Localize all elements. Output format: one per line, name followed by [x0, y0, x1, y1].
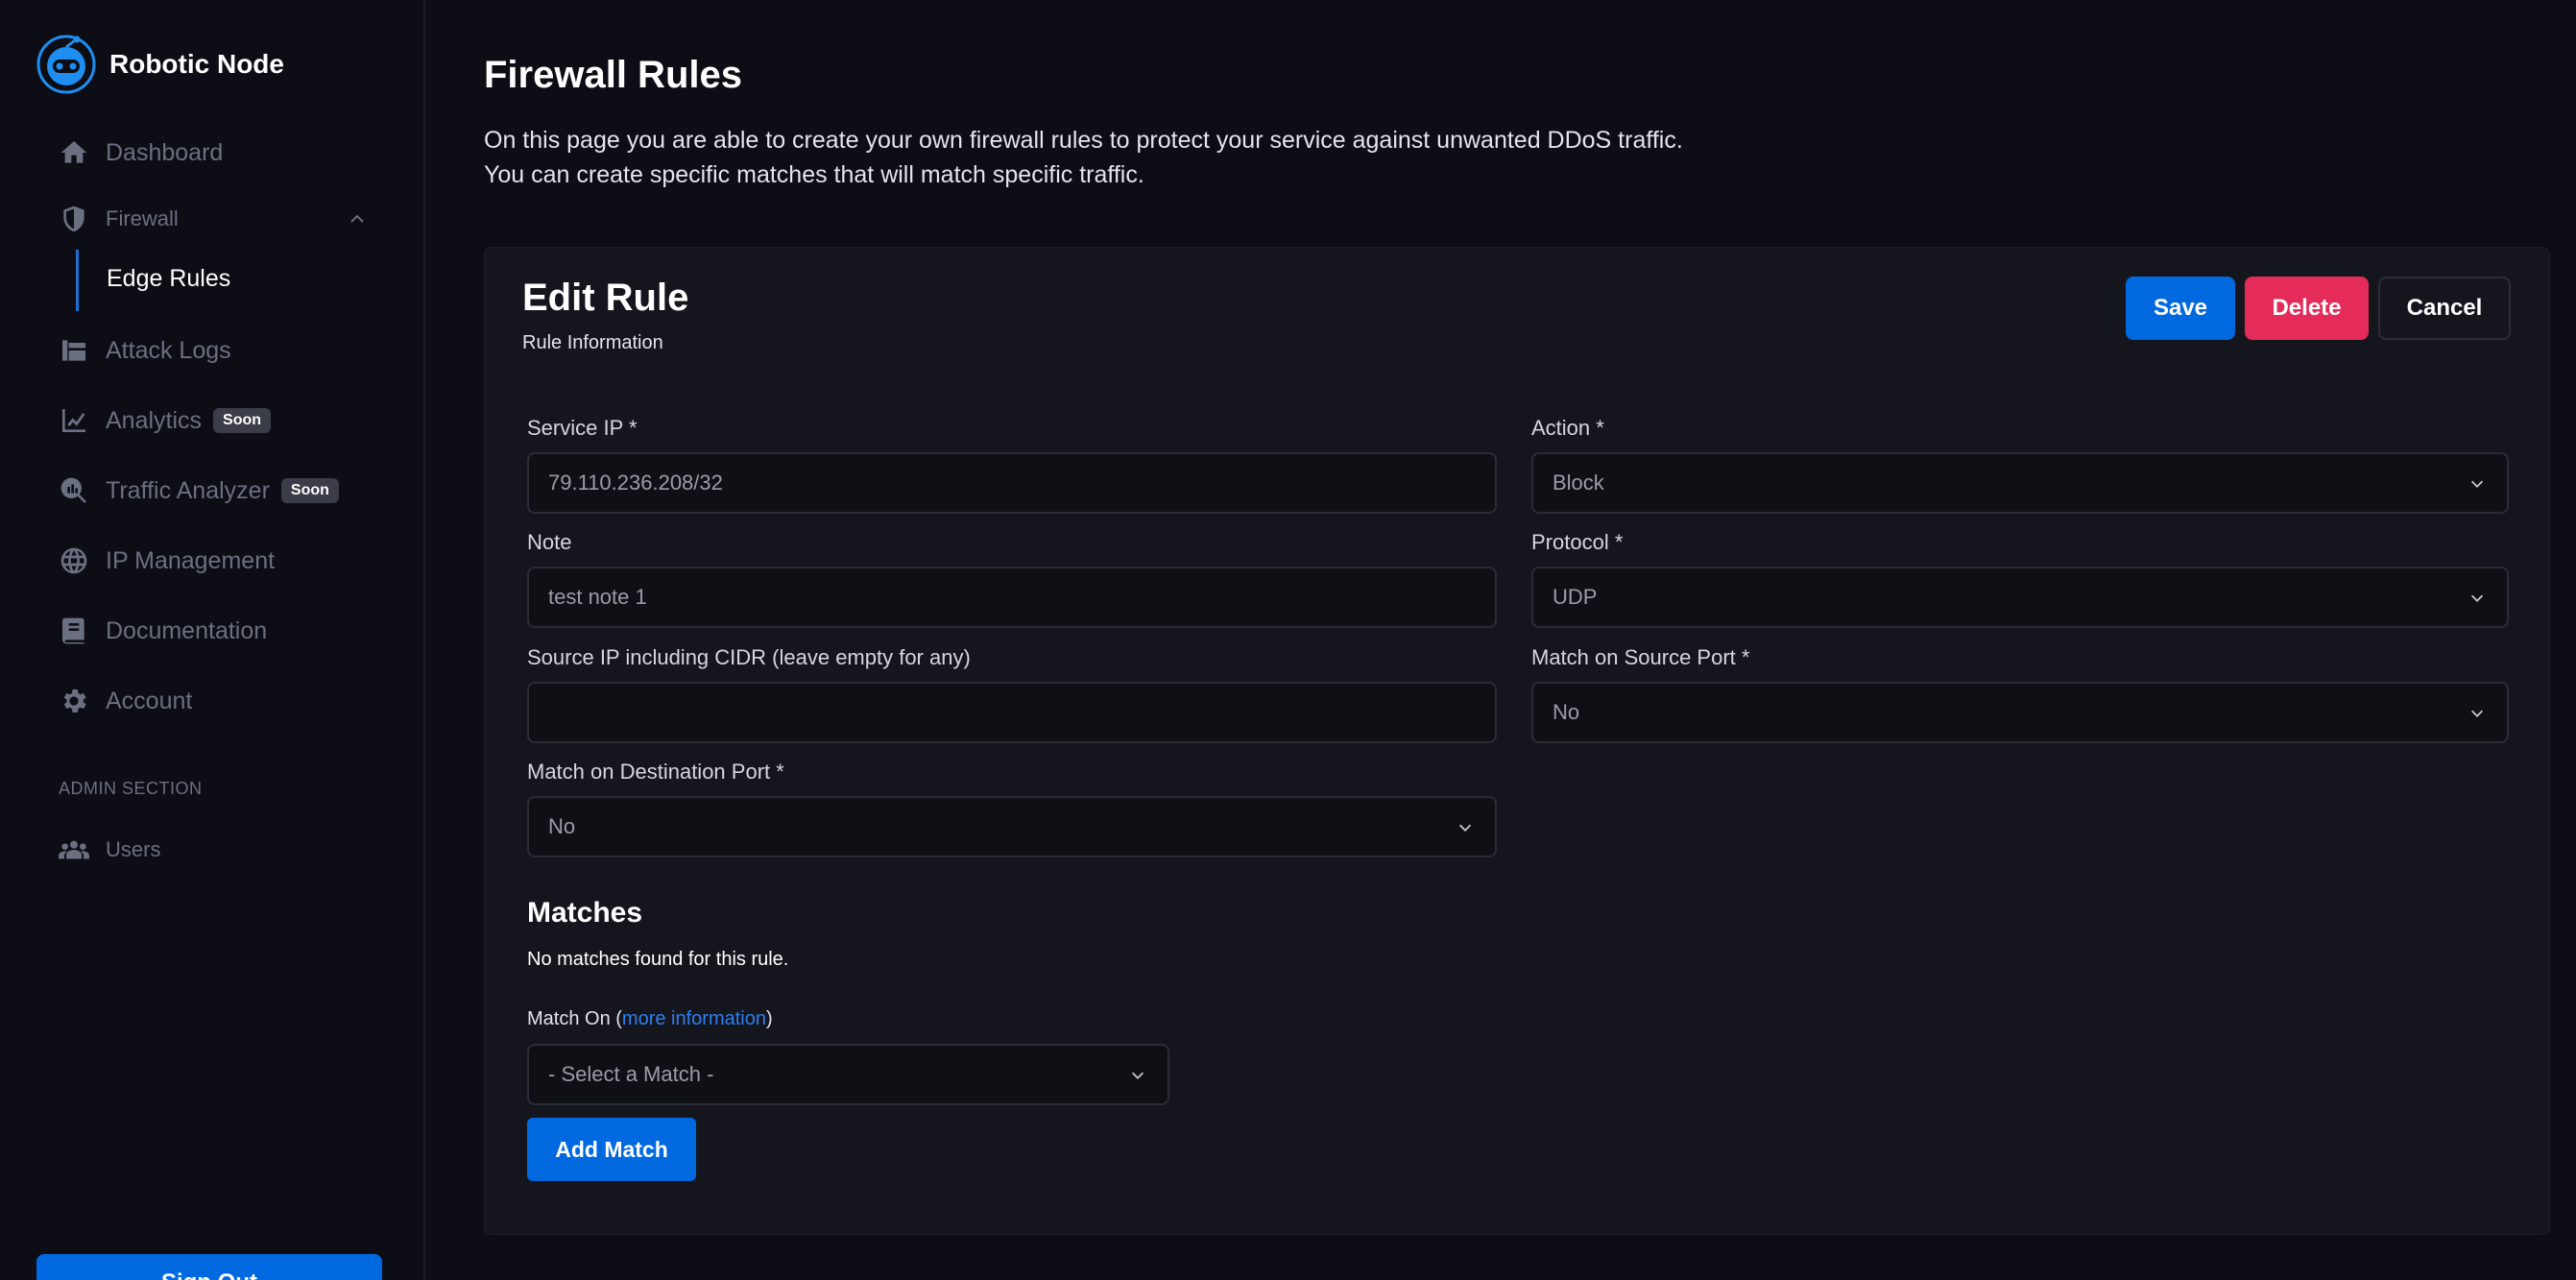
sidebar-item-edge-rules[interactable]: Edge Rules: [107, 265, 230, 293]
sidebar-item-attack-logs[interactable]: Attack Logs: [58, 334, 231, 367]
sidebar-item-label: Documentation: [106, 616, 268, 644]
card-subtitle: Rule Information: [522, 332, 663, 353]
chevron-down-icon: [2470, 480, 2484, 488]
match-source-port-value: No: [1553, 700, 1580, 724]
chart-line-icon: [58, 404, 90, 437]
add-match-button[interactable]: Add Match: [527, 1118, 696, 1181]
page-description: On this page you are able to create your…: [484, 123, 1683, 192]
sidebar-item-documentation[interactable]: Documentation: [58, 615, 267, 647]
match-source-port-select[interactable]: No: [1531, 682, 2509, 743]
sidebar-item-dashboard[interactable]: Dashboard: [58, 136, 223, 169]
page-title: Firewall Rules: [484, 54, 742, 96]
delete-button[interactable]: Delete: [2245, 277, 2369, 340]
match-on-suffix: ): [765, 1008, 773, 1029]
cancel-button[interactable]: Cancel: [2378, 277, 2511, 340]
action-value: Block: [1553, 471, 1604, 495]
gear-icon: [58, 685, 90, 717]
chevron-down-icon: [1458, 824, 1472, 832]
protocol-select[interactable]: UDP: [1531, 567, 2509, 628]
sidebar-item-label: Users: [106, 837, 161, 861]
more-information-link[interactable]: more information: [622, 1008, 766, 1029]
sidebar: Robotic Node Dashboard Firewall Edge Rul…: [0, 0, 425, 1280]
action-label: Action *: [1531, 416, 1604, 440]
sidebar-item-label: Firewall: [106, 206, 179, 230]
protocol-value: UDP: [1553, 585, 1598, 609]
match-select[interactable]: - Select a Match -: [527, 1044, 1169, 1105]
service-ip-input[interactable]: 79.110.236.208/32: [527, 452, 1497, 514]
sidebar-item-label: Dashboard: [106, 138, 224, 166]
chevron-down-icon: [2470, 710, 2484, 717]
sidebar-item-label: Attack Logs: [106, 336, 231, 364]
sidebar-item-label: IP Management: [106, 546, 276, 574]
source-ip-label: Source IP including CIDR (leave empty fo…: [527, 645, 971, 669]
source-ip-input[interactable]: [527, 682, 1497, 743]
sidebar-item-label: Analytics: [106, 406, 203, 434]
sign-out-button[interactable]: Sign Out: [36, 1254, 382, 1280]
note-input[interactable]: test note 1: [527, 567, 1497, 628]
brand[interactable]: Robotic Node: [36, 35, 284, 94]
users-icon: [58, 833, 90, 866]
match-dest-port-select[interactable]: No: [527, 796, 1497, 857]
sidebar-item-label: Traffic Analyzer: [106, 476, 270, 504]
magnifier-chart-icon: [58, 474, 90, 507]
admin-section-label: ADMIN SECTION: [59, 779, 203, 798]
robot-logo-icon: [36, 35, 96, 94]
match-on-prefix: Match On (: [527, 1008, 622, 1029]
soon-badge: Soon: [213, 408, 272, 433]
sidebar-item-analytics[interactable]: Analytics Soon: [58, 404, 272, 437]
logs-icon: [58, 334, 90, 367]
match-dest-port-label: Match on Destination Port *: [527, 760, 784, 784]
match-select-value: - Select a Match -: [548, 1062, 714, 1086]
sidebar-item-account[interactable]: Account: [58, 685, 192, 717]
submenu-indicator: [76, 250, 79, 311]
home-icon: [58, 136, 90, 169]
sidebar-item-label: Account: [106, 687, 193, 714]
save-button[interactable]: Save: [2126, 277, 2235, 340]
card-title: Edit Rule: [522, 277, 689, 319]
sidebar-item-users[interactable]: Users: [58, 833, 160, 866]
action-select[interactable]: Block: [1531, 452, 2509, 514]
sidebar-item-traffic-analyzer[interactable]: Traffic Analyzer Soon: [58, 474, 339, 507]
matches-empty-text: No matches found for this rule.: [527, 949, 789, 970]
match-dest-port-value: No: [548, 814, 576, 838]
chevron-down-icon: [2470, 594, 2484, 602]
chevron-up-icon[interactable]: [348, 209, 367, 229]
page-description-line: On this page you are able to create your…: [484, 127, 1683, 154]
edit-rule-card: Edit Rule Rule Information Save Delete C…: [484, 247, 2550, 1235]
sidebar-item-ip-management[interactable]: IP Management: [58, 544, 275, 577]
shield-icon: [58, 203, 90, 235]
brand-name: Robotic Node: [109, 49, 284, 79]
protocol-label: Protocol *: [1531, 530, 1624, 554]
note-label: Note: [527, 530, 572, 554]
page-description-line: You can create specific matches that wil…: [484, 161, 1144, 188]
book-icon: [58, 615, 90, 647]
match-source-port-label: Match on Source Port *: [1531, 645, 1750, 669]
match-on-label: Match On (more information): [527, 1008, 773, 1030]
service-ip-label: Service IP *: [527, 416, 638, 440]
globe-icon: [58, 544, 90, 577]
chevron-down-icon: [1131, 1072, 1144, 1079]
matches-title: Matches: [527, 897, 643, 929]
soon-badge: Soon: [280, 478, 339, 503]
sidebar-item-firewall[interactable]: Firewall: [58, 203, 179, 235]
